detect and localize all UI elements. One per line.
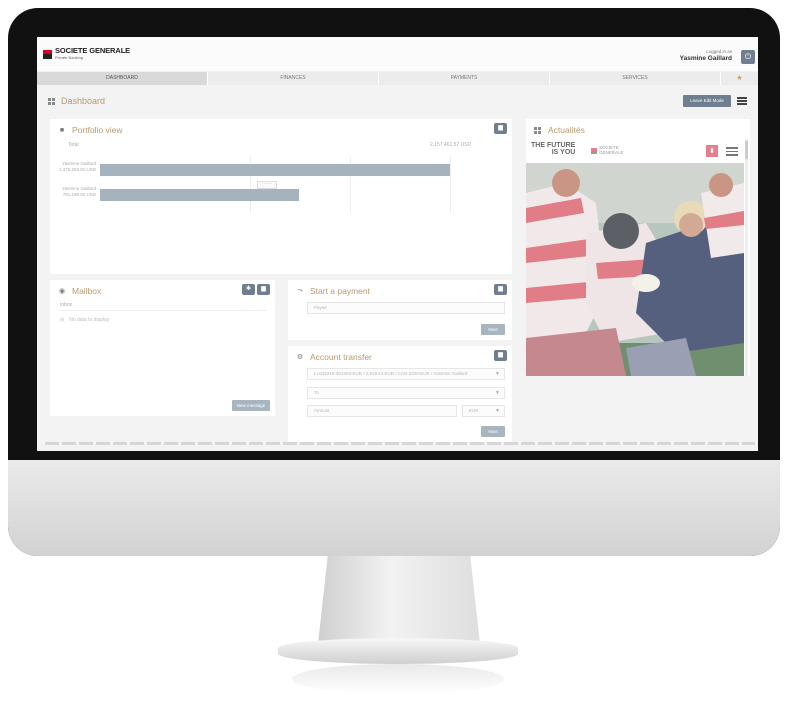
portfolio-total-label: Total [68,142,79,148]
brand-name: SOCIETE GENERALE [55,46,131,55]
mailbox-delete-button[interactable]: ▆ [257,284,270,295]
briefcase-icon: ■ [59,126,65,134]
banner-line-2: IS YOU [551,149,576,156]
news-scrollbar[interactable] [745,139,748,376]
news-grid-icon [534,126,542,134]
chevron-down-icon: ▼ [495,371,500,377]
portfolio-bar[interactable] [100,164,450,176]
inbox-folder[interactable]: Inbox [60,302,72,308]
handshake-icon: ⤳ [297,287,303,294]
page-title: Dashboard [48,96,105,106]
menu-icon[interactable] [737,97,747,105]
logout-button[interactable]: ⏻ [741,50,755,64]
trash-icon: ▆ [498,286,503,292]
bar-label: Yasmine Gaillard 781,199.62 USD [52,186,96,197]
brand-logo-mark [591,147,597,154]
favorites-star-icon[interactable]: ★ [721,72,758,85]
bar-label: Yasmine Gaillard 1,376,263.91 USD [52,161,96,172]
chevron-down-icon: ▼ [495,390,500,396]
mailbox-title-text: Mailbox [72,286,102,296]
news-menu-icon[interactable] [726,147,738,156]
resize-handle[interactable]: ⋯⋯ [257,181,277,189]
stand-reflection [292,664,504,694]
empty-message-text: No data to display [69,317,110,323]
gear-icon: ✱ [245,286,252,292]
monitor-chin [8,460,780,556]
brand-subtitle: Private Banking [55,55,84,60]
banner-slogan: THE FUTURE IS YOU [531,142,575,156]
banner-line-1: THE FUTURE [531,142,576,149]
banner-brand-line-2: GENERALE [599,149,624,155]
start-payment-title: ⤳ Start a payment [296,286,370,296]
rugby-photo [526,163,744,376]
from-account-value: LU115216-001203-EUR / 2,615.13 EUR / CAN… [314,371,468,376]
main-nav: DASHBOARD FINANCES PAYMENTS SERVICES ★ [37,72,758,85]
transfer-gears-icon: ⚙ [296,354,304,361]
top-bar: SOCIETE GENERALE Private Banking Logged … [37,37,758,71]
portfolio-bar[interactable] [100,189,299,201]
transfer-next-button[interactable]: Next [481,426,505,437]
mailbox-card: ◉ Mailbox ✱ ▆ Inbox ⊟ No data to display… [50,280,275,416]
to-placeholder: To [314,390,319,395]
tab-services[interactable]: SERVICES [550,72,721,85]
from-account-select[interactable]: LU115216-001203-EUR / 2,615.13 EUR / CAN… [307,368,505,380]
bar-amount: 781,199.62 USD [62,191,96,197]
payee-input[interactable]: Payee [307,302,505,314]
payment-next-button[interactable]: Next [481,324,505,335]
dashboard-grid-icon [48,97,55,105]
new-message-button[interactable]: New message [232,400,270,411]
currency-select[interactable]: EUR ▼ [462,405,505,417]
empty-message: ⊟ No data to display [60,317,109,323]
start-payment-delete-button[interactable]: ▆ [494,284,507,295]
account-transfer-title-text: Account transfer [310,352,372,362]
bookmark-icon[interactable]: ▮ [706,145,718,157]
mailbox-settings-button[interactable]: ✱ [242,284,255,295]
brand-logo-mark [43,49,52,59]
portfolio-title-text: Portfolio view [72,125,123,135]
mailbox-title: ◉ Mailbox [58,286,101,296]
user-name: Yasmine Gaillard [679,55,732,62]
banner-brand: SOCIETE GENERALE [591,145,624,155]
currency-value: EUR [469,408,479,413]
monitor-stand [318,556,480,644]
portfolio-card: ■ Portfolio view ▆ Total 2,157,461.57 US… [50,119,512,274]
tab-finances[interactable]: FINANCES [208,72,379,85]
chart-gridline [450,157,451,213]
page-title-text: Dashboard [61,96,106,106]
portfolio-total-value: 2,157,461.57 USD [430,142,472,148]
trash-icon: ▆ [498,352,503,358]
portfolio-delete-button[interactable]: ▆ [494,123,507,134]
screen: SOCIETE GENERALE Private Banking Logged … [37,37,758,451]
user-info: Logged in as Yasmine Gaillard [680,48,732,62]
account-transfer-card: ⚙ Account transfer ▆ LU115216-001203-EUR… [288,346,512,442]
news-title-text: Actualités [548,125,585,135]
tab-payments[interactable]: PAYMENTS [379,72,550,85]
start-payment-title-text: Start a payment [310,286,371,296]
power-icon: ⏻ [744,52,752,61]
divider [58,310,267,311]
portfolio-title: ■ Portfolio view [58,125,123,135]
bar-amount: 1,376,263.91 USD [58,166,96,172]
chevron-down-icon: ▼ [495,408,500,414]
footer-legal-text [45,442,755,445]
news-scrollbar-thumb[interactable] [745,141,748,159]
news-photo[interactable] [526,163,744,376]
logged-in-label: Logged in as [706,49,732,54]
inbox-icon: ⊟ [60,317,65,323]
trash-icon: ▆ [261,286,266,292]
leave-edit-mode-button[interactable]: Leave Edit Mode [683,95,731,107]
news-title: Actualités [534,125,585,135]
trash-icon: ▆ [498,125,503,131]
transfer-delete-button[interactable]: ▆ [494,350,507,361]
brand-logo[interactable]: SOCIETE GENERALE Private Banking [43,47,130,61]
news-card: Actualités THE FUTURE IS YOU SOCIETE GEN… [526,119,750,376]
news-banner[interactable]: THE FUTURE IS YOU SOCIETE GENERALE ▮ [531,140,751,160]
account-transfer-title: ⚙ Account transfer [296,352,372,362]
monitor-stand-base [278,638,518,664]
eye-icon: ◉ [58,288,66,295]
amount-input[interactable]: Amount [307,405,457,417]
start-payment-card: ⤳ Start a payment ▆ Payee Next [288,280,512,340]
tab-dashboard[interactable]: DASHBOARD [37,72,208,85]
to-account-select[interactable]: To ▼ [307,387,505,399]
